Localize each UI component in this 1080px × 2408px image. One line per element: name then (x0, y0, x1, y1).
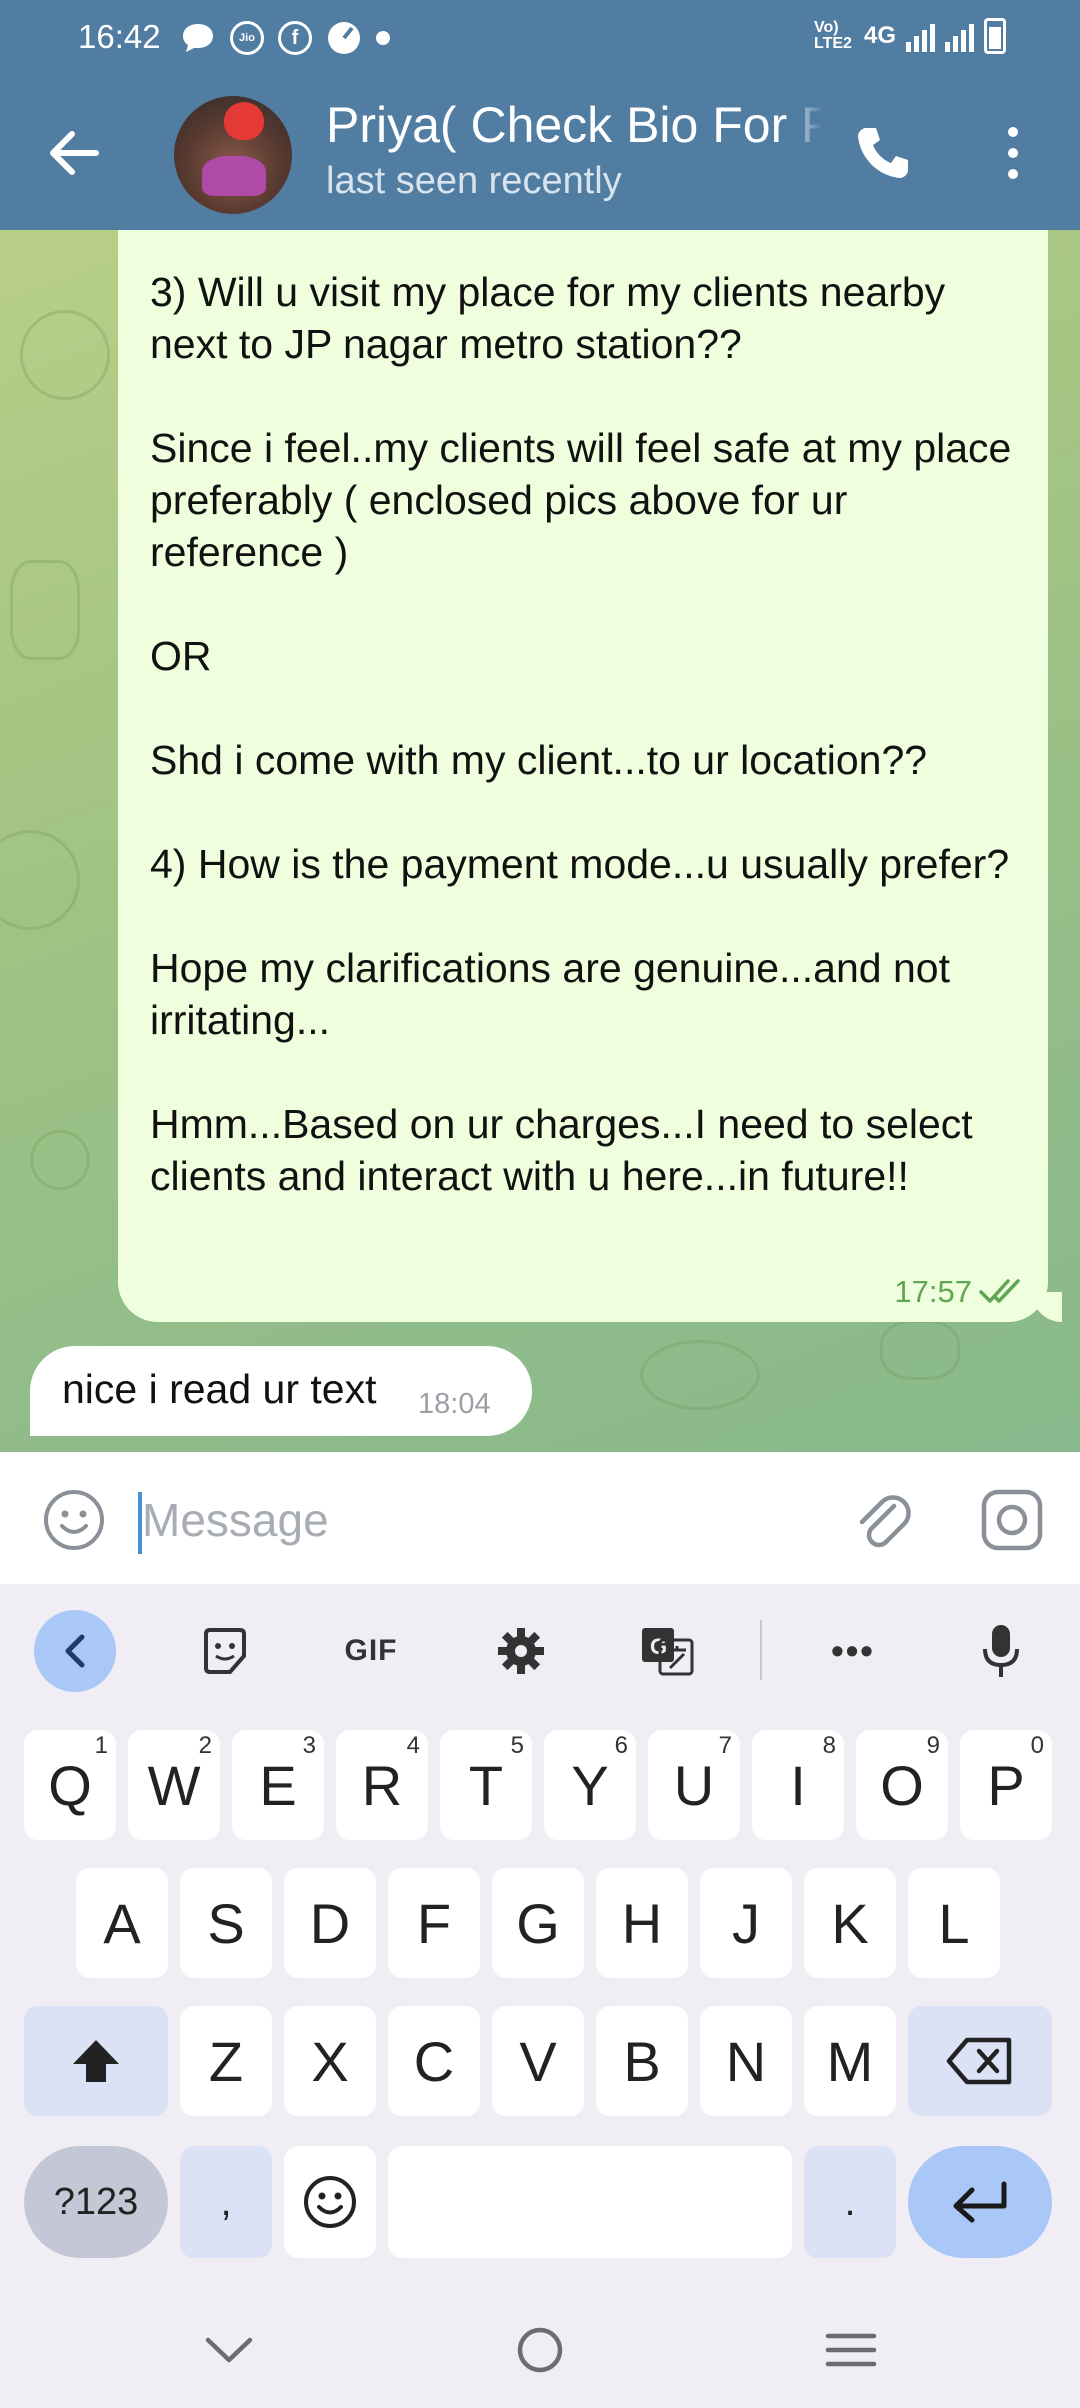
key-q[interactable]: Q1 (24, 1730, 116, 1840)
emoji-icon[interactable] (42, 1488, 106, 1552)
phone-icon[interactable] (852, 122, 914, 184)
key-f[interactable]: F (388, 1868, 480, 1978)
key-g[interactable]: G (492, 1868, 584, 1978)
return-arrow-icon (953, 2181, 1007, 2223)
message-text: 3) Will u visit my place for my clients … (150, 269, 1012, 1199)
message-text: nice i read ur text (62, 1366, 377, 1412)
comma-key[interactable]: , (180, 2146, 272, 2258)
key-r[interactable]: R4 (336, 1730, 428, 1840)
voice-input-button[interactable] (960, 1610, 1042, 1692)
key-c[interactable]: C (388, 2006, 480, 2116)
emoji-key[interactable] (284, 2146, 376, 2258)
home-circle-icon[interactable] (505, 2320, 575, 2380)
backspace-icon (946, 2037, 1012, 2085)
facebook-icon: f (278, 21, 312, 55)
keyboard-toolbar: GIF G ••• (0, 1584, 1080, 1708)
menu-lines-icon[interactable] (816, 2320, 886, 2380)
sticker-icon (204, 1628, 246, 1674)
microphone-icon (983, 1625, 1019, 1677)
key-j[interactable]: J (700, 1868, 792, 1978)
notification-icons: Jio f (180, 20, 390, 56)
message-time: 18:04 (418, 1388, 491, 1420)
chat-title[interactable]: Priya( Check Bio For P (326, 96, 822, 154)
gear-icon (498, 1628, 544, 1674)
incoming-message[interactable]: nice i read ur text 18:04 (30, 1346, 532, 1436)
status-time: 16:42 (78, 18, 161, 55)
key-k[interactable]: K (804, 1868, 896, 1978)
jio-icon: Jio (230, 21, 264, 55)
back-arrow-icon[interactable] (46, 128, 102, 178)
backspace-key[interactable] (908, 2006, 1052, 2116)
key-v[interactable]: V (492, 2006, 584, 2116)
key-b[interactable]: B (596, 2006, 688, 2116)
sticker-button[interactable] (184, 1610, 266, 1692)
enter-key[interactable] (908, 2146, 1052, 2258)
key-d[interactable]: D (284, 1868, 376, 1978)
message-time: 17:57 (894, 1274, 972, 1309)
volte-label: Vo) LTE2 (813, 19, 852, 52)
double-check-icon (979, 1279, 1020, 1303)
key-i[interactable]: I8 (752, 1730, 844, 1840)
key-m[interactable]: M (804, 2006, 896, 2116)
key-o[interactable]: O9 (856, 1730, 948, 1840)
shift-key[interactable] (24, 2006, 168, 2116)
symbols-key[interactable]: ?123 (24, 2146, 168, 2258)
emoji-icon (304, 2176, 356, 2228)
outgoing-message[interactable]: 3) Will u visit my place for my clients … (118, 230, 1062, 1322)
message-input[interactable] (136, 1480, 826, 1560)
key-h[interactable]: H (596, 1868, 688, 1978)
key-a[interactable]: A (76, 1868, 168, 1978)
key-y[interactable]: Y6 (544, 1730, 636, 1840)
key-e[interactable]: E3 (232, 1730, 324, 1840)
key-w[interactable]: W2 (128, 1730, 220, 1840)
key-l[interactable]: L (908, 1868, 1000, 1978)
more-options-button[interactable]: ••• (812, 1610, 894, 1692)
space-key[interactable] (388, 2146, 792, 2258)
more-vert-icon[interactable] (998, 122, 1028, 184)
period-key[interactable]: . (804, 2146, 896, 2258)
signal-2-icon (945, 20, 974, 52)
more-horiz-icon: ••• (831, 1630, 875, 1671)
key-u[interactable]: U7 (648, 1730, 740, 1840)
key-t[interactable]: T5 (440, 1730, 532, 1840)
avatar[interactable] (174, 96, 292, 214)
translate-button[interactable]: G (626, 1610, 708, 1692)
signal-1-icon (906, 20, 935, 52)
battery-icon (984, 18, 1006, 54)
chevron-left-icon (65, 1634, 85, 1668)
key-n[interactable]: N (700, 2006, 792, 2116)
dot-icon (376, 31, 390, 45)
translate-icon: G (642, 1628, 694, 1676)
paperclip-icon[interactable] (850, 1488, 914, 1552)
settings-button[interactable] (480, 1610, 562, 1692)
key-s[interactable]: S (180, 1868, 272, 1978)
status-bar: 16:42 Jio f Vo) LTE2 4G (0, 0, 1080, 78)
key-z[interactable]: Z (180, 2006, 272, 2116)
chat-header: 16:42 Jio f Vo) LTE2 4G Priya( Check Bio… (0, 0, 1080, 230)
chevron-down-icon[interactable] (194, 2320, 264, 2380)
network-label: 4G (863, 22, 896, 49)
key-x[interactable]: X (284, 2006, 376, 2116)
camera-icon[interactable] (980, 1488, 1044, 1552)
shift-arrow-icon (73, 2040, 119, 2082)
key-p[interactable]: P0 (960, 1730, 1052, 1840)
gauge-icon (328, 22, 360, 54)
system-nav-bar (0, 2300, 1080, 2408)
status-right: Vo) LTE2 4G (814, 18, 1006, 54)
message-composer (0, 1452, 1080, 1584)
keyboard: GIF G ••• Q1 W2 E3 R4 T5 Y6 U7 I8 O9 P0 … (0, 1584, 1080, 2408)
chat-bubble-icon (183, 24, 213, 52)
chat-background: 3) Will u visit my place for my clients … (0, 230, 1080, 1452)
heart-sticker (224, 102, 264, 140)
collapse-toolbar-button[interactable] (34, 1610, 116, 1692)
last-seen-status: last seen recently (326, 160, 622, 202)
gif-button[interactable]: GIF (330, 1610, 412, 1692)
